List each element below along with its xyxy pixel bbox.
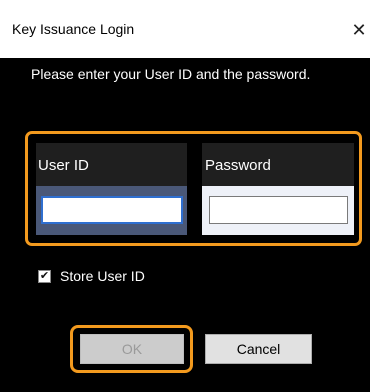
user-id-column: User ID bbox=[36, 143, 187, 235]
password-input-area bbox=[202, 186, 354, 235]
ok-button[interactable]: OK bbox=[80, 334, 184, 364]
title-bar: Key Issuance Login ✕ bbox=[0, 0, 370, 58]
close-button[interactable]: ✕ bbox=[348, 12, 370, 48]
cancel-button[interactable]: Cancel bbox=[205, 334, 312, 364]
login-dialog: Key Issuance Login ✕ Please enter your U… bbox=[0, 0, 370, 392]
close-icon: ✕ bbox=[351, 19, 367, 40]
store-user-id-row: ✔ Store User ID bbox=[38, 268, 145, 284]
user-id-label: User ID bbox=[38, 157, 89, 174]
user-id-header: User ID bbox=[36, 143, 187, 186]
user-id-input-area bbox=[36, 186, 187, 235]
store-user-id-label[interactable]: Store User ID bbox=[60, 268, 145, 284]
store-user-id-checkbox[interactable]: ✔ bbox=[38, 269, 51, 283]
instruction-text: Please enter your User ID and the passwo… bbox=[31, 66, 311, 82]
user-id-input[interactable] bbox=[41, 196, 183, 224]
password-label: Password bbox=[205, 157, 271, 174]
window-title: Key Issuance Login bbox=[12, 21, 135, 37]
password-column: Password bbox=[202, 143, 354, 235]
check-icon: ✔ bbox=[39, 269, 50, 282]
password-header: Password bbox=[202, 143, 354, 186]
password-input[interactable] bbox=[209, 196, 348, 224]
